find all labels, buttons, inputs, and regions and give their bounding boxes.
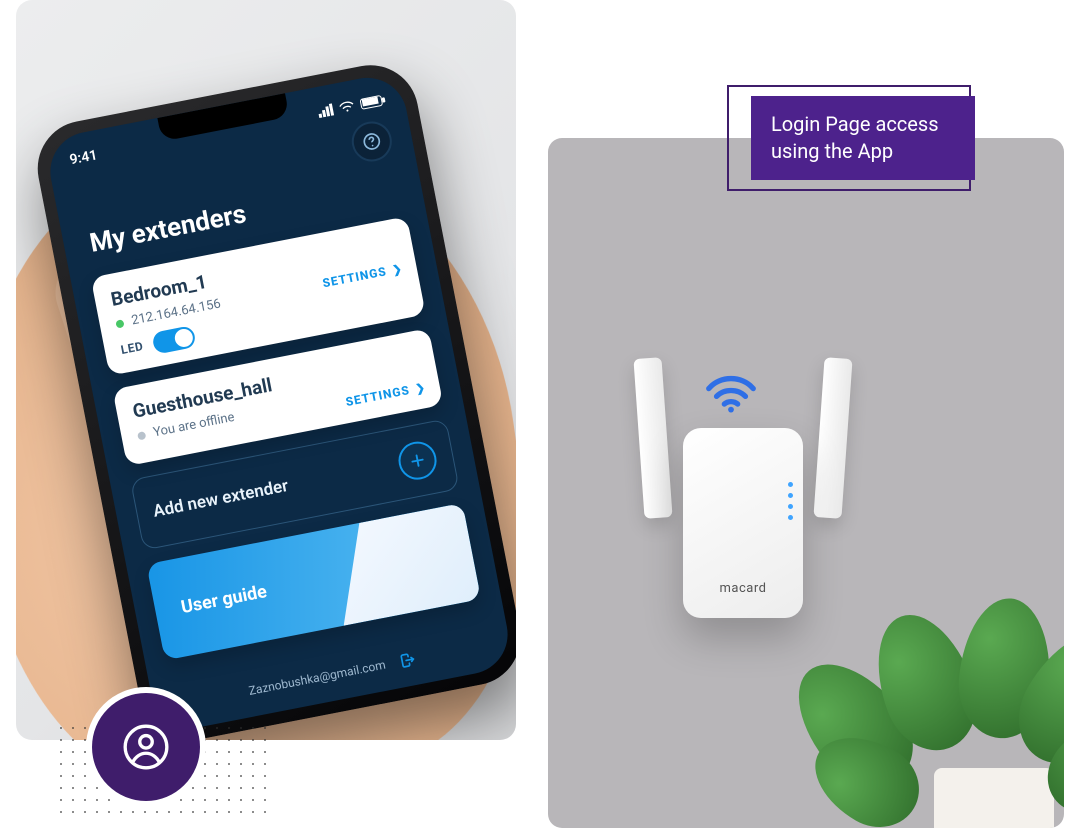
- signal-icon: [317, 103, 334, 118]
- battery-icon: [359, 94, 383, 109]
- user-badge-icon: [92, 693, 200, 801]
- phone-scene: 9:41: [16, 0, 516, 740]
- account-email: Zaznobushka@gmail.com: [248, 658, 387, 698]
- status-time: 9:41: [68, 147, 98, 168]
- status-dot-online-icon: [115, 319, 124, 328]
- user-guide-label: User guide: [179, 581, 268, 618]
- callout-line2: using the App: [771, 138, 955, 165]
- led-label: LED: [120, 339, 145, 357]
- add-extender-label: Add new extender: [152, 476, 290, 522]
- device-brand-label: macard: [720, 581, 767, 596]
- plant-decoration: [844, 508, 1064, 828]
- led-toggle[interactable]: [151, 325, 196, 355]
- status-bar: 9:41: [45, 81, 406, 180]
- chevron-right-icon: ❯: [414, 380, 427, 395]
- wifi-icon: [703, 373, 759, 413]
- plus-icon: [395, 438, 440, 483]
- help-button[interactable]: [348, 118, 395, 165]
- logout-icon[interactable]: [398, 651, 417, 670]
- guide-illustration: [325, 503, 481, 626]
- chevron-right-icon: ❯: [391, 262, 404, 277]
- status-dot-offline-icon: [137, 431, 146, 440]
- callout-line1: Login Page access: [771, 111, 955, 138]
- callout-label: Login Page access using the App: [751, 96, 975, 180]
- wifi-status-icon: [338, 99, 356, 114]
- product-scene: macard: [548, 138, 1064, 828]
